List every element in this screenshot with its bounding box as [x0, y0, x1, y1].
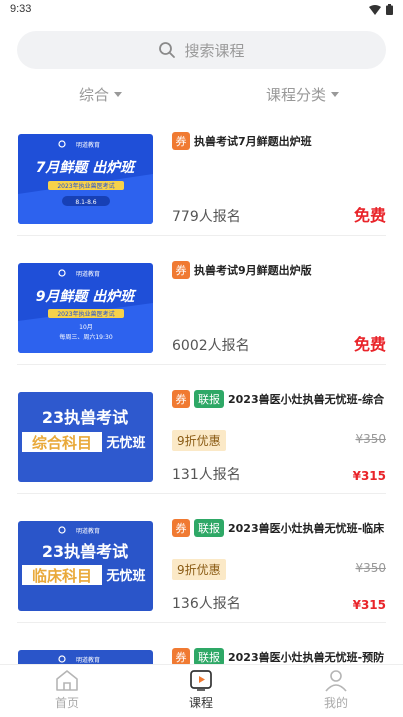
tab-home-label: 首页 — [54, 696, 79, 710]
original-price: ¥350 — [355, 432, 386, 446]
course-thumbnail: 明道教育 9月鲜题 出炉班 2023年执业兽医考试 10月 每周三、周六19:3… — [18, 263, 153, 353]
course-item[interactable]: 明道教育 9月鲜题 出炉班 2023年执业兽医考试 10月 每周三、周六19:3… — [17, 247, 386, 365]
filter-row: 综合 课程分类 — [0, 84, 403, 108]
enroll-count: 131人报名 — [172, 467, 241, 483]
thumb-logo: 明道教育 — [76, 141, 100, 149]
course-title: 2023兽医小灶执兽无忧班-综合 — [228, 393, 385, 406]
course-title: 执兽考试9月鲜题出炉版 — [194, 264, 312, 277]
course-price: 免费 — [353, 206, 386, 225]
thumb-logo: 明道教育 — [76, 270, 100, 278]
course-info: 券 执兽考试7月鲜题出炉班 779人报名 免费 — [172, 132, 386, 226]
discount-badge: 9折优惠 — [172, 430, 226, 451]
original-price: ¥350 — [355, 561, 386, 575]
thumb-logo: 明道教育 — [76, 656, 100, 664]
tab-mine[interactable]: 我的 — [296, 668, 376, 711]
thumb-sub: 2023年执业兽医考试 — [57, 182, 114, 190]
course-item[interactable]: 明道教育 7月鲜题 出炉班 2023年执业兽医考试 8.1-8.6 券 执兽考试… — [17, 118, 386, 236]
tab-course-label: 课程 — [188, 696, 213, 710]
filter-sort-dropdown[interactable]: 综合 — [79, 84, 123, 105]
coupon-badge: 券 — [172, 261, 190, 279]
status-bar: 9:33 — [0, 0, 403, 22]
battery-icon — [386, 4, 393, 15]
course-info: 券 执兽考试9月鲜题出炉版 6002人报名 免费 — [172, 261, 386, 355]
thumb-strip: 临床科目 — [32, 567, 92, 585]
filter-category-label: 课程分类 — [266, 86, 327, 104]
coupon-badge: 券 — [172, 132, 190, 150]
enroll-count: 779人报名 — [172, 209, 241, 225]
course-info: 券 联报 2023兽医小灶执兽无忧班-临床 9折优惠 ¥350 136人报名 ¥… — [172, 519, 386, 613]
thumb-headline: 23执兽考试 — [42, 542, 128, 561]
thumb-sub: 2023年执业兽医考试 — [57, 310, 114, 318]
lianbao-badge: 联报 — [194, 390, 224, 408]
bottom-tab-bar: 首页 课程 我的 — [0, 664, 403, 717]
course-price: ¥315 — [352, 598, 386, 612]
enroll-count: 6002人报名 — [172, 338, 250, 354]
user-icon — [325, 670, 347, 692]
thumb-headline: 23执兽考试 — [42, 408, 128, 427]
filter-category-dropdown[interactable]: 课程分类 — [266, 84, 340, 105]
thumb-logo: 明道教育 — [76, 527, 100, 535]
thumb-date: 8.1-8.6 — [75, 199, 96, 206]
search-input[interactable]: 搜索课程 — [17, 31, 386, 69]
search-placeholder: 搜索课程 — [184, 41, 245, 60]
lianbao-badge: 联报 — [194, 519, 224, 537]
thumb-date2: 每周三、周六19:30 — [59, 333, 112, 341]
coupon-badge: 券 — [172, 519, 190, 537]
filter-sort-label: 综合 — [79, 86, 110, 104]
course-title: 执兽考试7月鲜题出炉班 — [194, 135, 312, 148]
thumb-suffix: 无忧班 — [105, 568, 145, 584]
course-thumbnail: 明道教育 7月鲜题 出炉班 2023年执业兽医考试 8.1-8.6 — [18, 134, 153, 224]
tab-home[interactable]: 首页 — [27, 668, 107, 711]
course-title: 2023兽医小灶执兽无忧班-预防 — [228, 651, 385, 664]
thumb-headline: 9月鲜题 出炉班 — [36, 288, 138, 305]
course-info: 券 联报 2023兽医小灶执兽无忧班-综合 9折优惠 ¥350 131人报名 ¥… — [172, 390, 386, 484]
thumb-strip: 综合科目 — [32, 434, 92, 452]
thumb-headline: 7月鲜题 出炉班 — [36, 159, 138, 176]
tab-mine-label: 我的 — [323, 696, 348, 710]
thumb-date: 10月 — [79, 324, 93, 331]
home-icon — [56, 670, 78, 691]
caret-down-icon — [331, 92, 340, 97]
course-thumbnail: 23执兽考试 综合科目 无忧班 — [18, 392, 153, 482]
course-play-icon — [190, 670, 212, 691]
course-price: ¥315 — [352, 469, 386, 483]
course-item[interactable]: 23执兽考试 综合科目 无忧班 券 联报 2023兽医小灶执兽无忧班-综合 9折… — [17, 376, 386, 494]
wifi-icon — [369, 4, 381, 15]
coupon-badge: 券 — [172, 390, 190, 408]
thumb-suffix: 无忧班 — [105, 435, 145, 451]
discount-badge: 9折优惠 — [172, 559, 226, 580]
search-icon — [159, 42, 176, 58]
course-thumbnail: 明道教育 23执兽考试 临床科目 无忧班 — [18, 521, 153, 611]
caret-down-icon — [114, 92, 123, 97]
course-price: 免费 — [353, 335, 386, 354]
enroll-count: 136人报名 — [172, 596, 241, 612]
course-item[interactable]: 明道教育 23执兽考试 临床科目 无忧班 券 联报 2023兽医小灶执兽无忧班-… — [17, 505, 386, 623]
course-title: 2023兽医小灶执兽无忧班-临床 — [228, 522, 385, 535]
status-time: 9:33 — [10, 3, 32, 15]
status-icons — [369, 4, 393, 15]
tab-course[interactable]: 课程 — [161, 668, 241, 711]
